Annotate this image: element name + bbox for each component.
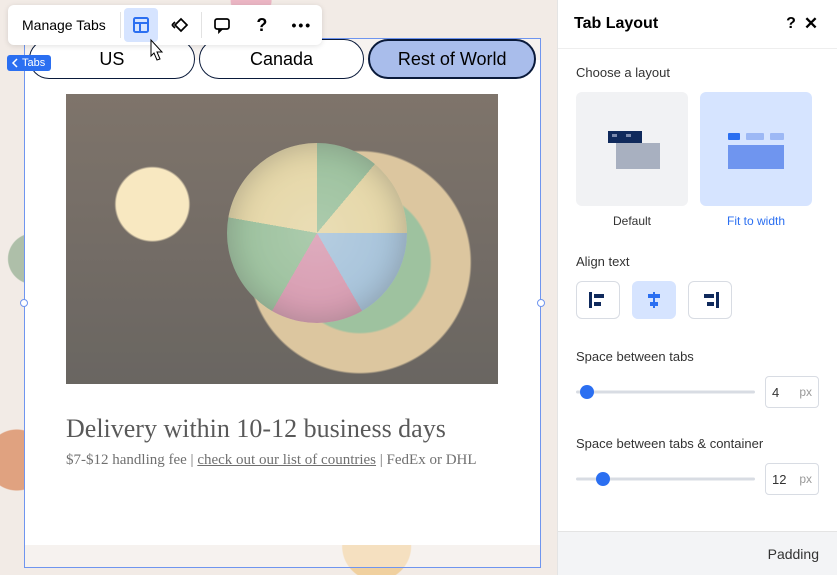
selection-breadcrumb[interactable]: Tabs — [7, 55, 51, 71]
help-icon: ? — [256, 15, 267, 36]
panel-close-icon[interactable]: ✕ — [801, 14, 821, 34]
floating-toolbar: Manage Tabs ? ••• — [8, 5, 322, 45]
choose-layout-label: Choose a layout — [576, 65, 819, 80]
align-right-icon — [701, 292, 719, 308]
layout-option-fit-to-width[interactable]: Fit to width — [700, 92, 812, 228]
panel-title: Tab Layout — [574, 15, 658, 33]
chevron-left-icon — [11, 58, 19, 68]
tab-us[interactable]: US — [29, 39, 195, 79]
align-left-icon — [589, 292, 607, 308]
space-container-input[interactable]: 12 px — [765, 463, 819, 495]
space-tabs-label: Space between tabs — [576, 349, 819, 364]
resize-handle-right[interactable] — [537, 299, 545, 307]
layout-option-default[interactable]: Default — [576, 92, 688, 228]
tab-rest-of-world[interactable]: Rest of World — [368, 39, 536, 79]
more-icon: ••• — [291, 17, 312, 33]
layout-icon-button[interactable] — [124, 8, 158, 42]
comment-icon — [213, 16, 231, 34]
help-icon-button[interactable]: ? — [242, 5, 282, 45]
space-tabs-value: 4 — [772, 385, 779, 400]
space-container-label: Space between tabs & container — [576, 436, 819, 451]
layout-option-default-caption: Default — [613, 214, 651, 228]
padding-section-toggle[interactable]: Padding — [558, 531, 837, 575]
padding-label: Padding — [768, 546, 819, 562]
space-tabs-input[interactable]: 4 px — [765, 376, 819, 408]
align-center-icon — [645, 292, 663, 308]
layout-option-fit-caption: Fit to width — [727, 214, 785, 228]
animate-icon-button[interactable] — [161, 5, 201, 45]
manage-tabs-button[interactable]: Manage Tabs — [8, 5, 120, 45]
more-icon-button[interactable]: ••• — [282, 5, 322, 45]
tab-layout-panel: Tab Layout ? ✕ Choose a layout Default — [557, 0, 837, 575]
space-container-unit: px — [799, 472, 812, 486]
align-center-button[interactable] — [632, 281, 676, 319]
space-tabs-unit: px — [799, 385, 812, 399]
align-text-label: Align text — [576, 254, 819, 269]
toolbar-separator — [120, 12, 121, 38]
space-tabs-slider[interactable] — [576, 384, 755, 400]
panel-help-icon[interactable]: ? — [781, 15, 801, 33]
breadcrumb-label: Tabs — [22, 57, 45, 69]
comment-icon-button[interactable] — [202, 5, 242, 45]
align-right-button[interactable] — [688, 281, 732, 319]
layout-fit-icon — [724, 125, 788, 173]
animate-icon — [171, 15, 191, 35]
align-left-button[interactable] — [576, 281, 620, 319]
tabs-widget-selected[interactable]: US Canada Rest of World — [24, 38, 541, 568]
space-container-value: 12 — [772, 472, 786, 487]
tab-canada[interactable]: Canada — [199, 39, 365, 79]
tabs-row: US Canada Rest of World — [25, 39, 540, 79]
layout-default-icon — [602, 125, 662, 173]
space-container-slider[interactable] — [576, 471, 755, 487]
resize-handle-left[interactable] — [20, 299, 28, 307]
layout-icon — [132, 16, 150, 34]
